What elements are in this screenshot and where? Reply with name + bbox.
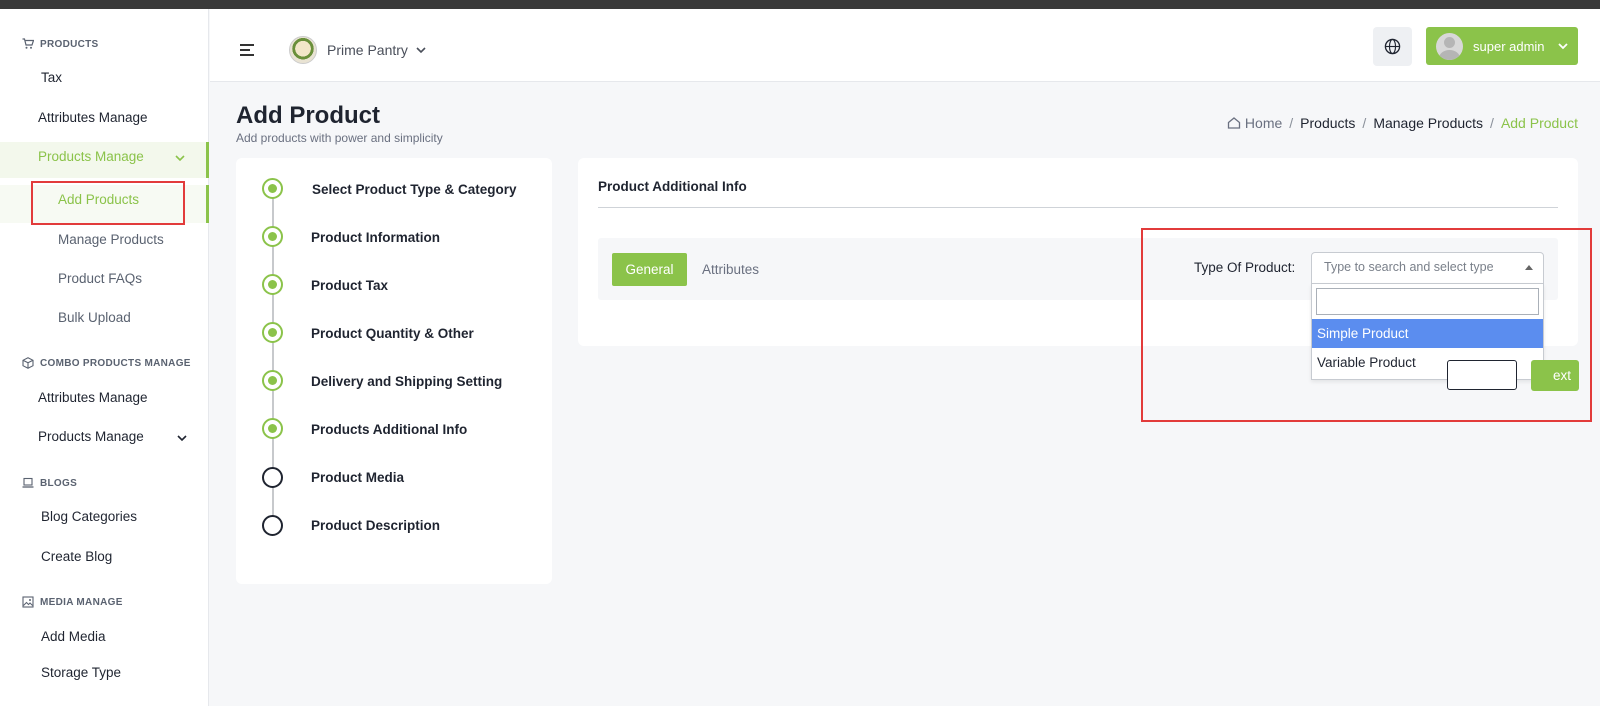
step-done-icon <box>262 322 283 343</box>
breadcrumb-separator: / <box>1289 115 1294 131</box>
cart-icon <box>22 38 34 49</box>
breadcrumb-separator: / <box>1490 115 1494 131</box>
breadcrumb-home[interactable]: Home <box>1227 115 1282 131</box>
sidebar-item-create-blog[interactable]: Create Blog <box>41 549 112 564</box>
section-media: MEDIA MANAGE <box>22 596 123 608</box>
section-products-label: PRODUCTS <box>40 38 99 50</box>
sidebar-item-combo-attributes-manage[interactable]: Attributes Manage <box>38 390 148 405</box>
step-done-icon <box>262 370 283 391</box>
language-button[interactable] <box>1373 27 1412 66</box>
section-combo-label: COMBO PRODUCTS MANAGE <box>40 357 191 369</box>
menu-toggle-icon[interactable] <box>240 44 254 56</box>
breadcrumb-separator: / <box>1362 115 1367 131</box>
avatar <box>1436 32 1463 60</box>
laptop-icon <box>22 477 34 488</box>
step-done-icon <box>262 178 283 199</box>
step-product-tax[interactable]: Product Tax <box>311 278 388 293</box>
sidebar-item-manage-products[interactable]: Manage Products <box>58 232 164 247</box>
sidebar: PRODUCTS Tax Attributes Manage Products … <box>0 9 209 706</box>
tab-general[interactable]: General <box>612 253 687 286</box>
step-done-icon <box>262 274 283 295</box>
step-product-media[interactable]: Product Media <box>311 470 404 485</box>
section-blogs: BLOGS <box>22 477 77 489</box>
box-icon <box>22 357 34 369</box>
section-blogs-label: BLOGS <box>40 477 78 489</box>
card-title: Product Additional Info <box>598 179 747 194</box>
home-icon <box>1227 117 1241 129</box>
tab-attributes[interactable]: Attributes <box>702 262 759 277</box>
sidebar-item-add-media[interactable]: Add Media <box>41 629 106 644</box>
store-name[interactable]: Prime Pantry <box>327 42 408 58</box>
chevron-down-icon <box>175 155 185 162</box>
sidebar-item-tax[interactable]: Tax <box>41 70 62 85</box>
breadcrumb: Home / Products / Manage Products / Add … <box>1227 115 1578 131</box>
breadcrumb-current: Add Product <box>1500 115 1578 131</box>
section-media-label: MEDIA MANAGE <box>40 596 123 608</box>
sidebar-item-combo-products-manage[interactable]: Products Manage <box>38 429 144 444</box>
step-select-type[interactable]: Select Product Type & Category <box>312 182 517 197</box>
breadcrumb-home-label: Home <box>1244 115 1283 131</box>
step-done-icon <box>262 418 283 439</box>
sidebar-item-attributes-manage[interactable]: Attributes Manage <box>38 110 148 125</box>
annotation-box-sidebar <box>31 181 185 225</box>
section-products: PRODUCTS <box>22 38 99 50</box>
step-product-quantity[interactable]: Product Quantity & Other <box>311 326 474 341</box>
user-menu-button[interactable]: super admin <box>1426 27 1578 65</box>
chevron-down-icon[interactable] <box>415 44 427 56</box>
page-subtitle: Add products with power and simplicity <box>236 131 443 145</box>
sidebar-item-bulk-upload[interactable]: Bulk Upload <box>58 310 131 325</box>
breadcrumb-manage-products[interactable]: Manage Products <box>1373 115 1483 131</box>
image-icon <box>22 596 34 608</box>
step-done-icon <box>262 226 283 247</box>
section-combo: COMBO PRODUCTS MANAGE <box>22 357 191 369</box>
step-additional-info[interactable]: Products Additional Info <box>311 422 467 437</box>
annotation-box-type-select <box>1141 228 1592 422</box>
step-pending-icon <box>262 515 283 536</box>
step-product-information[interactable]: Product Information <box>311 230 440 245</box>
breadcrumb-products[interactable]: Products <box>1300 115 1355 131</box>
user-name: super admin <box>1473 38 1545 54</box>
top-header: Prime Pantry super admin <box>210 9 1600 82</box>
sidebar-item-products-manage[interactable]: Products Manage <box>38 149 144 164</box>
globe-icon <box>1384 38 1401 55</box>
chevron-down-icon <box>177 435 187 442</box>
chevron-down-icon <box>1557 43 1568 50</box>
window-top-bar <box>0 0 1600 9</box>
page-title: Add Product <box>236 102 380 129</box>
store-logo <box>289 36 317 64</box>
step-product-description[interactable]: Product Description <box>311 518 440 533</box>
sidebar-item-storage-type[interactable]: Storage Type <box>41 665 121 680</box>
sidebar-item-blog-categories[interactable]: Blog Categories <box>41 509 137 524</box>
sidebar-item-product-faqs[interactable]: Product FAQs <box>58 271 142 286</box>
step-delivery-shipping[interactable]: Delivery and Shipping Setting <box>311 374 502 389</box>
divider <box>598 207 1558 208</box>
step-pending-icon <box>262 467 283 488</box>
